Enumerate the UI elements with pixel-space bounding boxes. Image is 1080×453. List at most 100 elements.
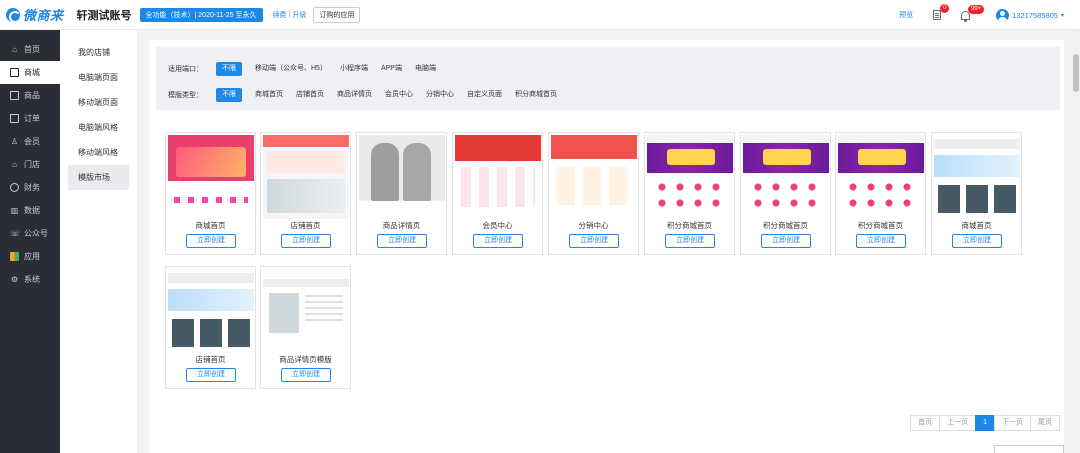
template-card[interactable]: 商城首页 立即创建 <box>931 132 1022 255</box>
template-card[interactable]: 店铺首页 立即创建 <box>165 266 256 389</box>
sidebar-item-data[interactable]: 数据 <box>0 199 60 222</box>
top-header: 微商来 轩测试账号 全功能（技术）| 2020-11-25 至永久 续费 | 升… <box>0 0 1080 30</box>
document-icon[interactable]: 0 <box>933 4 950 20</box>
logo[interactable]: 微商来 <box>6 5 64 24</box>
sidebar-item-label: 门店 <box>24 160 40 169</box>
port-option-app[interactable]: APP端 <box>381 62 402 76</box>
template-thumbnail[interactable] <box>263 269 349 353</box>
template-thumbnail[interactable] <box>647 135 733 219</box>
template-thumbnail[interactable] <box>455 135 541 219</box>
sidebar-item-order[interactable]: 订单 <box>0 107 60 130</box>
logo-icon <box>6 7 21 23</box>
template-title: 店铺首页 <box>195 355 226 364</box>
create-now-button[interactable]: 立即创建 <box>281 234 331 248</box>
type-option-all[interactable]: 不限 <box>216 88 242 102</box>
subnav-pc-style[interactable]: 电脑端风格 <box>60 115 137 140</box>
sidebar-item-home[interactable]: 首页 <box>0 38 60 61</box>
main-sidebar: 首页 商城 商品 订单 会员 门店 财务 数据 公众号 应用 系统 <box>0 30 60 453</box>
pagination-last[interactable]: 尾页 <box>1030 415 1060 431</box>
floating-button[interactable] <box>994 445 1064 453</box>
sidebar-item-goods[interactable]: 商品 <box>0 84 60 107</box>
port-option-all[interactable]: 不限 <box>216 62 242 76</box>
sidebar-item-label: 公众号 <box>24 229 48 238</box>
create-now-button[interactable]: 立即创建 <box>952 234 1002 248</box>
sidebar-item-shop[interactable]: 门店 <box>0 153 60 176</box>
sidebar-item-wechat[interactable]: 公众号 <box>0 222 60 245</box>
template-title: 积分商城首页 <box>763 221 808 230</box>
sidebar-item-system[interactable]: 系统 <box>0 268 60 291</box>
template-thumbnail[interactable] <box>359 135 445 219</box>
template-title: 店铺首页 <box>290 221 321 230</box>
apps-icon <box>10 252 19 261</box>
sidebar-item-label: 商品 <box>24 91 40 100</box>
template-thumbnail[interactable] <box>934 135 1020 219</box>
store-icon <box>10 68 19 77</box>
page-scrollbar[interactable] <box>1072 30 1080 453</box>
template-card[interactable]: 积分商城首页 立即创建 <box>644 132 735 255</box>
sidebar-item-apps[interactable]: 应用 <box>0 245 60 268</box>
ordered-apps-button[interactable]: 订购的应用 <box>313 6 361 23</box>
chevron-down-icon[interactable]: ▾ <box>1061 12 1064 19</box>
pagination-first[interactable]: 首页 <box>910 415 941 431</box>
wechat-icon <box>10 229 19 238</box>
create-now-button[interactable]: 立即创建 <box>856 234 906 248</box>
template-title: 会员中心 <box>482 221 513 230</box>
type-option-distribution[interactable]: 分销中心 <box>426 88 454 102</box>
create-now-button[interactable]: 立即创建 <box>281 368 331 382</box>
subnav-mobile-style[interactable]: 移动端风格 <box>60 140 137 165</box>
renew-link[interactable]: 续费 <box>273 10 287 20</box>
template-thumbnail[interactable] <box>551 135 637 219</box>
template-thumbnail[interactable] <box>168 135 254 219</box>
subnav-my-store[interactable]: 我的店铺 <box>60 40 137 65</box>
preview-link[interactable]: 预览 <box>899 10 913 20</box>
template-title: 商城首页 <box>195 221 226 230</box>
port-option-pc[interactable]: 电脑端 <box>415 62 436 76</box>
create-now-button[interactable]: 立即创建 <box>665 234 715 248</box>
sidebar-item-finance[interactable]: 财务 <box>0 176 60 199</box>
template-thumbnail[interactable] <box>263 135 349 219</box>
template-card[interactable]: 积分商城首页 立即创建 <box>835 132 926 255</box>
type-option-points-home[interactable]: 积分商城首页 <box>515 88 557 102</box>
pagination-page-current[interactable]: 1 <box>975 415 995 431</box>
port-filter-row: 适用端口： 不限 移动端（公众号、H5） 小程序端 APP端 电脑端 <box>168 62 449 76</box>
upgrade-link[interactable]: 升级 <box>292 10 306 20</box>
create-now-button[interactable]: 立即创建 <box>761 234 811 248</box>
create-now-button[interactable]: 立即创建 <box>473 234 523 248</box>
subnav-mobile-pages[interactable]: 移动端页面 <box>60 90 137 115</box>
user-phone[interactable]: 13217585805 <box>1012 11 1058 20</box>
type-option-store-home[interactable]: 店铺首页 <box>296 88 324 102</box>
type-option-mall-home[interactable]: 商城首页 <box>255 88 283 102</box>
subnav-pc-pages[interactable]: 电脑端页面 <box>60 65 137 90</box>
template-card[interactable]: 积分商城首页 立即创建 <box>740 132 831 255</box>
template-thumbnail[interactable] <box>838 135 924 219</box>
pagination: 首页 上一页 1 下一页 尾页 <box>910 415 1060 431</box>
template-card[interactable]: 店铺首页 立即创建 <box>260 132 351 255</box>
template-card[interactable]: 商品详情页 立即创建 <box>356 132 447 255</box>
create-now-button[interactable]: 立即创建 <box>186 234 236 248</box>
sidebar-item-member[interactable]: 会员 <box>0 130 60 153</box>
create-now-button[interactable]: 立即创建 <box>186 368 236 382</box>
bell-icon[interactable]: 99+ <box>961 4 985 22</box>
template-card[interactable]: 商城首页 立即创建 <box>165 132 256 255</box>
template-title: 积分商城首页 <box>858 221 903 230</box>
sidebar-item-store[interactable]: 商城 <box>0 61 60 84</box>
type-option-product-detail[interactable]: 商品详情页 <box>337 88 372 102</box>
template-card[interactable]: 分销中心 立即创建 <box>548 132 639 255</box>
template-card[interactable]: 商品详情页模版 立即创建 <box>260 266 351 389</box>
avatar[interactable] <box>996 8 1010 22</box>
pagination-prev[interactable]: 上一页 <box>939 415 977 431</box>
template-card[interactable]: 会员中心 立即创建 <box>452 132 543 255</box>
template-thumbnail[interactable] <box>168 269 254 353</box>
sidebar-item-label: 首页 <box>24 45 40 54</box>
scrollbar-thumb[interactable] <box>1073 54 1079 92</box>
port-option-mobile[interactable]: 移动端（公众号、H5） <box>255 62 327 76</box>
port-option-miniapp[interactable]: 小程序端 <box>340 62 368 76</box>
type-option-custom[interactable]: 自定义页面 <box>467 88 502 102</box>
create-now-button[interactable]: 立即创建 <box>377 234 427 248</box>
template-thumbnail[interactable] <box>743 135 829 219</box>
type-option-member-center[interactable]: 会员中心 <box>385 88 413 102</box>
subnav-template-market[interactable]: 模版市场 <box>68 165 129 190</box>
create-now-button[interactable]: 立即创建 <box>569 234 619 248</box>
pagination-next[interactable]: 下一页 <box>994 415 1031 431</box>
header-right: 预览 0 99+ 13217585805 ▾ <box>899 0 1064 30</box>
